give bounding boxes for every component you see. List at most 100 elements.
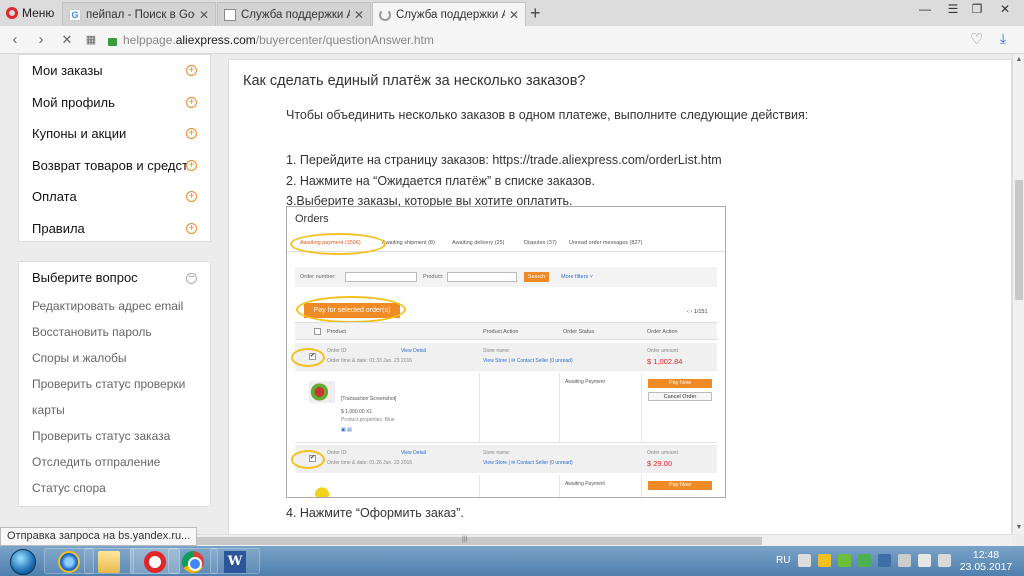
question-link[interactable]: Редактировать адрес email: [19, 293, 210, 319]
answer-step: 1. Перейдите на страницу заказов: https:…: [286, 153, 722, 167]
stop-loading-button[interactable]: ✕: [58, 31, 76, 49]
url-field[interactable]: helppage. aliexpress.com/buyercenter/ques…: [108, 30, 998, 50]
expand-plus-icon[interactable]: +: [186, 191, 197, 202]
tab-title: Служба поддержки AliExp: [396, 8, 505, 21]
order-amount: $ 1,002.84: [647, 357, 683, 366]
speed-dial-icon[interactable]: ▦: [82, 31, 100, 49]
tray-security-icon[interactable]: [838, 554, 851, 567]
expand-plus-icon[interactable]: +: [186, 128, 197, 139]
orders-title: Orders: [295, 213, 329, 225]
expand-plus-icon[interactable]: +: [186, 96, 197, 108]
close-icon[interactable]: ✕: [509, 8, 519, 22]
windows-logo-icon: [10, 549, 36, 575]
divider: [479, 475, 480, 497]
clock[interactable]: 12:48 23.05.2017: [958, 549, 1014, 573]
highlight-ellipse: [290, 233, 386, 255]
chrome-icon: [182, 551, 204, 573]
close-icon[interactable]: ✕: [199, 8, 209, 22]
volume-icon[interactable]: [938, 554, 951, 567]
divider: [559, 475, 560, 497]
col-product: Product: [327, 329, 346, 335]
close-icon[interactable]: ✕: [354, 8, 364, 22]
more-filters-link: More filters ˅: [561, 274, 593, 280]
category-label: Купоны и акции: [32, 126, 127, 141]
tab-google-search[interactable]: G пейпал - Поиск в Google ✕: [62, 2, 216, 26]
answer-step: 4. Нажмите “Оформить заказ”.: [286, 506, 464, 520]
question-link[interactable]: Восстановить пароль: [19, 319, 210, 345]
opera-icon: [144, 551, 166, 573]
store-links: View Store | ✉ Contact Seller (0 unread): [483, 460, 573, 466]
forward-button[interactable]: ›: [32, 31, 50, 49]
order-amount: $ 29.00: [647, 459, 673, 468]
vertical-scroll-thumb[interactable]: [1015, 180, 1023, 300]
vertical-scrollbar[interactable]: ▲ ▼: [1012, 54, 1024, 534]
item-properties: Product properties: Blue: [341, 417, 395, 423]
restore-button[interactable]: ❐: [964, 2, 990, 20]
bookmark-heart-icon[interactable]: ♡: [970, 30, 983, 48]
item-name: [Transaction Screenshot]: [341, 396, 397, 402]
question-link[interactable]: Проверить статус проверки: [19, 371, 210, 397]
download-icon[interactable]: ⤓: [1000, 30, 1006, 47]
category-coupons[interactable]: Купоны и акции +: [19, 118, 210, 150]
taskbar-word[interactable]: W: [210, 548, 260, 574]
document-icon: [224, 8, 236, 21]
scroll-up-icon[interactable]: ▲: [1013, 54, 1024, 66]
tray-arrow-icon[interactable]: [798, 554, 811, 567]
google-icon: G: [69, 8, 81, 21]
category-my-orders[interactable]: Мои заказы +: [19, 55, 210, 87]
order-id: Order ID: View Detail: [327, 348, 426, 354]
order-id: Order ID: View Detail: [327, 450, 426, 456]
collapse-minus-icon[interactable]: −: [186, 273, 197, 284]
view-store-link: View Store: [483, 358, 508, 364]
tab-aliexpress-support-1[interactable]: Служба поддержки AliExp ✕: [217, 2, 371, 26]
internet-explorer-icon: [58, 551, 80, 573]
network-icon[interactable]: [918, 554, 931, 567]
tray-b-icon[interactable]: [878, 554, 891, 567]
new-tab-button[interactable]: +: [530, 3, 541, 24]
tray-update-icon[interactable]: [858, 554, 871, 567]
close-window-button[interactable]: ✕: [992, 2, 1018, 20]
contact-seller-link: Contact Seller (0 unread): [516, 460, 573, 466]
category-returns[interactable]: Возврат товаров и средств +: [19, 150, 210, 182]
order-header: Order ID: View Detail Order time & date:…: [295, 343, 717, 371]
tab-title: Служба поддержки AliExp: [241, 8, 350, 21]
tab-menu-icon[interactable]: ☰: [940, 2, 966, 20]
opera-logo-icon: [6, 7, 18, 19]
start-button[interactable]: [2, 547, 42, 575]
order-time: Order time & date: 01:26 Jun. 23 2016: [327, 460, 413, 466]
pager: ‹ › 1/151: [687, 309, 708, 315]
tray-usb-icon[interactable]: [898, 554, 911, 567]
expand-plus-icon[interactable]: +: [186, 222, 197, 234]
expand-plus-icon[interactable]: +: [186, 159, 197, 171]
scroll-down-icon[interactable]: ▼: [1013, 522, 1024, 534]
back-button[interactable]: ‹: [6, 31, 24, 49]
expand-plus-icon[interactable]: +: [186, 65, 197, 76]
view-detail-link: View Detail: [400, 450, 426, 456]
store-name-label: Store name:: [483, 450, 511, 456]
url-host: aliexpress.com: [175, 33, 256, 47]
store-links: View Store | ✉ Contact Seller (0 unread): [483, 358, 573, 364]
orders-filter-bar: Order number: Product: Search More filte…: [295, 267, 717, 287]
minimize-button[interactable]: —: [912, 2, 938, 20]
select-all-checkbox: [314, 328, 321, 335]
question-link[interactable]: Статус спора: [19, 475, 210, 501]
language-indicator[interactable]: RU: [776, 555, 790, 566]
question-link[interactable]: карты: [19, 397, 210, 423]
question-link[interactable]: Проверить статус заказа: [19, 423, 210, 449]
tab-aliexpress-support-2[interactable]: Служба поддержки AliExp ✕: [372, 2, 526, 26]
tray-app-icon[interactable]: [818, 554, 831, 567]
view-detail-link: View Detail: [400, 348, 426, 354]
category-my-profile[interactable]: Мой профиль +: [19, 87, 210, 119]
grip-icon: |||: [462, 536, 468, 543]
question-list-header[interactable]: Выберите вопрос −: [19, 263, 210, 293]
question-link[interactable]: Отследить отпраление: [19, 449, 210, 475]
category-rules[interactable]: Правила +: [19, 213, 210, 245]
opera-menu-button[interactable]: Меню: [6, 5, 54, 21]
highlight-ellipse: [291, 450, 325, 469]
order-number-input: [345, 272, 417, 282]
col-order-status: Order Status: [563, 329, 595, 335]
question-link[interactable]: Споры и жалобы: [19, 345, 210, 371]
tab-awaiting-delivery: Awaiting delivery (25): [452, 240, 505, 246]
taskbar-explorer[interactable]: [84, 548, 134, 574]
category-payment[interactable]: Оплата +: [19, 181, 210, 213]
